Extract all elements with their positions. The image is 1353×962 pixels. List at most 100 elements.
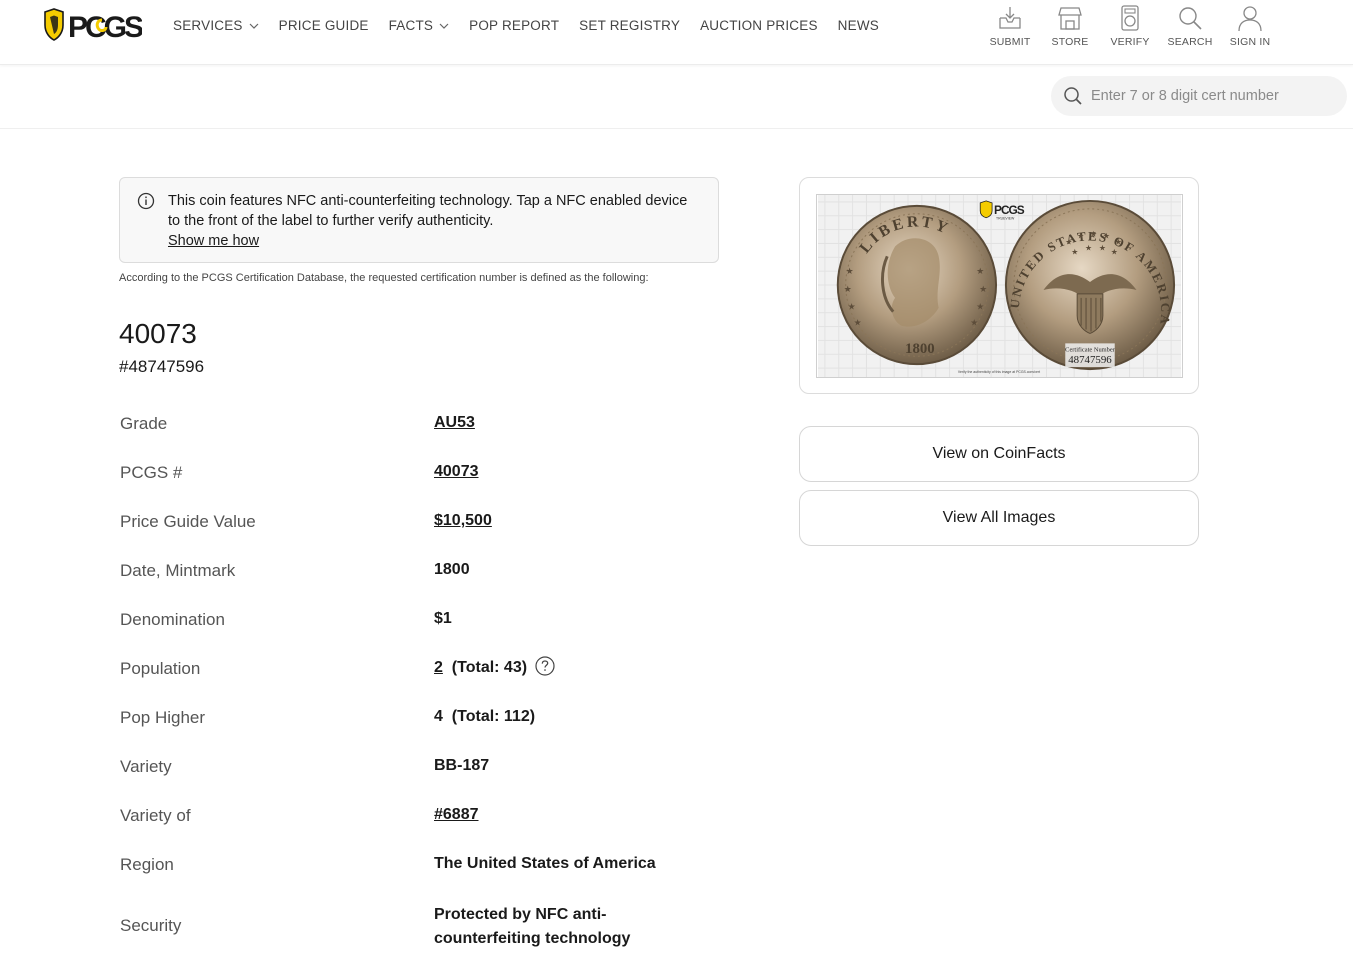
detail-row-pcgs-number: PCGS # 40073 (119, 449, 719, 498)
coin-title: 40073 (119, 318, 197, 349)
header-tools: SUBMIT STORE VERIFY SEARCH SIGN IN (980, 4, 1280, 48)
nav-label: SET REGISTRY (579, 18, 681, 33)
pcgs-number-link[interactable]: 40073 (434, 463, 479, 480)
search-button[interactable]: SEARCH (1160, 4, 1220, 48)
detail-label: Variety of (120, 806, 191, 825)
submit-button[interactable]: SUBMIT (980, 4, 1040, 48)
detail-value: BB-187 (434, 757, 490, 774)
pop-higher-total: (Total: 112) (451, 708, 536, 725)
detail-label: Security (120, 916, 182, 935)
detail-label: Pop Higher (120, 708, 206, 727)
nav-label: POP REPORT (469, 18, 560, 33)
detail-value: AU53 (434, 414, 475, 432)
svg-text:★: ★ (854, 318, 862, 328)
nav-pop-report[interactable]: POP REPORT (469, 18, 559, 33)
nav-label: FACTS (388, 18, 434, 33)
nav-services[interactable]: SERVICES (173, 18, 259, 33)
detail-label: Date, Mintmark (120, 561, 236, 580)
coin-photo[interactable]: LIBERTY 1800 ★★★★ ★★★★ UNITED STATES OF … (816, 194, 1183, 378)
svg-text:★: ★ (846, 266, 854, 276)
svg-text:★: ★ (1085, 243, 1092, 252)
detail-value: 1800 (434, 561, 470, 578)
grade-link[interactable]: AU53 (434, 414, 475, 431)
svg-text:★: ★ (976, 266, 984, 276)
svg-text:★: ★ (1111, 247, 1118, 256)
detail-row-variety-of: Variety of #6887 (119, 792, 719, 841)
cert-number: #48747596 (119, 357, 205, 376)
detail-label: Population (120, 659, 201, 678)
store-icon (1058, 7, 1082, 30)
population-link[interactable]: 2 (434, 659, 443, 676)
nav-set-registry[interactable]: SET REGISTRY (579, 18, 680, 33)
badge-subtext: TRUEVIEW (996, 217, 1015, 221)
svg-text:★: ★ (976, 302, 984, 312)
svg-text:★: ★ (1077, 232, 1084, 241)
nav-news[interactable]: NEWS (838, 18, 879, 33)
help-question-icon[interactable] (535, 656, 555, 676)
nav-label: AUCTION PRICES (700, 18, 818, 33)
view-on-coinfacts-button[interactable]: View on CoinFacts (799, 426, 1199, 482)
population-total: (Total: 43) (451, 659, 528, 676)
svg-text:★: ★ (1099, 243, 1106, 252)
search-icon (1179, 7, 1202, 30)
detail-value: 40073 (434, 463, 479, 481)
store-button[interactable]: STORE (1040, 4, 1100, 48)
detail-row-population: Population 2 (Total: 43) (119, 645, 719, 694)
obverse-date: 1800 (905, 341, 935, 357)
coin-image-card: LIBERTY 1800 ★ ★ ★ ★ ★ ★ ★ ★ UNITED STATES OF … (799, 177, 1199, 394)
detail-value: Protected by NFC anti-counterfeiting tec… (434, 906, 631, 947)
tool-label: STORE (1051, 36, 1089, 48)
detail-value: 2 (Total: 43) (434, 656, 555, 677)
svg-text:★: ★ (1071, 247, 1078, 256)
view-all-images-button[interactable]: View All Images (799, 490, 1199, 546)
tool-label: VERIFY (1110, 36, 1150, 48)
cert-details-table: Grade AU53 PCGS # 40073 Price Guide Valu… (119, 400, 719, 960)
nav-price-guide[interactable]: PRICE GUIDE (279, 18, 369, 33)
pcgs-logo[interactable]: PCGS (42, 8, 142, 44)
cert-search-bar (0, 66, 1353, 129)
show-me-how-link[interactable]: Show me how (168, 233, 259, 249)
verify-button[interactable]: VERIFY (1100, 4, 1160, 48)
main-nav: SERVICES PRICE GUIDE FACTS POP REPORT SE… (173, 18, 899, 33)
chevron-down-icon (249, 23, 259, 29)
tool-label: SEARCH (1167, 36, 1213, 48)
detail-label: Grade (120, 414, 168, 433)
svg-text:★: ★ (844, 284, 852, 294)
svg-text:★: ★ (979, 284, 987, 294)
nav-label: SERVICES (173, 18, 243, 33)
sign-in-button[interactable]: SIGN IN (1220, 4, 1280, 48)
chevron-down-icon (439, 23, 449, 29)
detail-label: PCGS # (120, 463, 183, 482)
svg-text:★: ★ (848, 302, 856, 312)
pop-higher-count: 4 (434, 708, 443, 725)
intro-text: According to the PCGS Certification Data… (119, 272, 649, 284)
detail-row-region: Region The United States of America (119, 841, 719, 890)
cert-number-input[interactable] (1091, 88, 1331, 104)
detail-label: Variety (120, 757, 172, 776)
svg-text:★: ★ (1103, 232, 1110, 241)
tool-label: SIGN IN (1229, 36, 1271, 48)
detail-row-security: Security Protected by NFC anti-counterfe… (119, 890, 719, 960)
label-heading: Certificate Number (1065, 346, 1115, 353)
variety-of-link[interactable]: #6887 (434, 806, 479, 823)
nav-label: NEWS (837, 18, 879, 33)
image-footer-text: Verify the authenticity of this image at… (958, 370, 1040, 374)
user-icon (1238, 6, 1262, 32)
price-guide-link[interactable]: $10,500 (434, 512, 492, 529)
detail-row-denomination: Denomination $1 (119, 596, 719, 645)
cert-search-box[interactable] (1051, 76, 1347, 116)
top-navigation-bar: PCGS SERVICES PRICE GUIDE FACTS POP REPO… (0, 0, 1353, 65)
detail-value: $10,500 (434, 512, 492, 530)
detail-row-pop-higher: Pop Higher 4 (Total: 112) (119, 694, 719, 743)
submit-tray-icon (999, 7, 1021, 29)
detail-value: 4 (Total: 112) (434, 708, 535, 726)
verify-slab-icon (1121, 5, 1139, 31)
nav-auction-prices[interactable]: AUCTION PRICES (700, 18, 818, 33)
search-icon (1064, 87, 1082, 105)
detail-label: Denomination (120, 610, 225, 629)
nfc-notice: This coin features NFC anti-counterfeiti… (119, 177, 719, 263)
nav-facts[interactable]: FACTS (389, 18, 450, 33)
tool-label: SUBMIT (989, 36, 1031, 48)
detail-value: #6887 (434, 806, 479, 824)
nfc-notice-text: This coin features NFC anti-counterfeiti… (168, 193, 688, 229)
